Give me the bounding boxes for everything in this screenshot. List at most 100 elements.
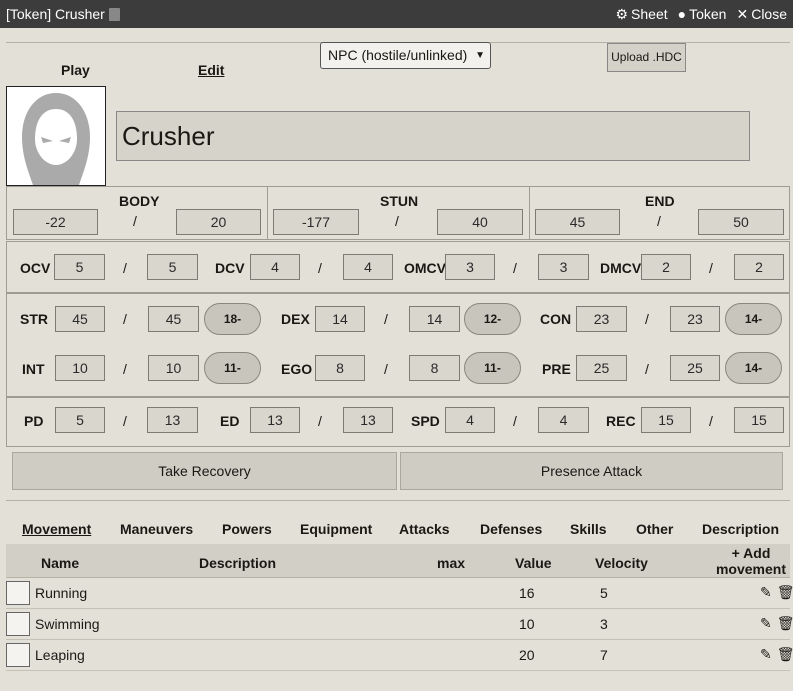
slash: /: [513, 413, 517, 429]
close-button[interactable]: ✕ Close: [736, 6, 787, 23]
body-current-input[interactable]: -22: [13, 209, 98, 235]
pre-current-input[interactable]: 25: [576, 355, 627, 381]
omcv-current-input[interactable]: 3: [445, 254, 495, 280]
tab-movement[interactable]: Movement: [22, 521, 91, 537]
pre-max-input[interactable]: 25: [670, 355, 720, 381]
end-max-input[interactable]: 50: [698, 209, 784, 235]
tab-skills[interactable]: Skills: [570, 521, 607, 537]
slash: /: [123, 260, 127, 276]
con-roll-button[interactable]: 14-: [725, 303, 782, 335]
dex-max-input[interactable]: 14: [409, 306, 460, 332]
rec-max-input[interactable]: 15: [734, 407, 784, 433]
slash: /: [384, 361, 388, 377]
end-current-input[interactable]: 45: [535, 209, 620, 235]
tab-equipment[interactable]: Equipment: [300, 521, 372, 537]
tab-description[interactable]: Description: [702, 521, 779, 537]
movement-name: Leaping: [35, 647, 85, 663]
dex-label: DEX: [281, 311, 310, 327]
end-label: END: [645, 193, 675, 209]
tab-attacks[interactable]: Attacks: [399, 521, 450, 537]
trash-icon[interactable]: 🗑: [777, 584, 793, 601]
con-max-input[interactable]: 23: [670, 306, 720, 332]
dmcv-current-input[interactable]: 2: [641, 254, 691, 280]
int-current-input[interactable]: 10: [55, 355, 105, 381]
window-titlebar: [Token] Crusher ⚙ Sheet ● Token ✕ Close: [0, 0, 793, 28]
paw-icon[interactable]: [6, 581, 30, 605]
take-recovery-button[interactable]: Take Recovery: [12, 452, 397, 490]
movement-name: Running: [35, 585, 88, 601]
play-tab[interactable]: Play: [61, 62, 90, 78]
journal-icon[interactable]: [108, 7, 120, 21]
omcv-max-input[interactable]: 3: [538, 254, 589, 280]
rec-label: REC: [606, 413, 636, 429]
movement-velocity: 7: [600, 647, 608, 663]
ed-current-input[interactable]: 13: [250, 407, 300, 433]
token-portrait[interactable]: [6, 86, 106, 186]
slash: /: [645, 311, 649, 327]
window-title: [Token] Crusher: [6, 6, 105, 22]
token-button[interactable]: ● Token: [678, 6, 727, 23]
ocv-max-input[interactable]: 5: [147, 254, 198, 280]
dcv-label: DCV: [215, 260, 245, 276]
ego-max-input[interactable]: 8: [409, 355, 460, 381]
col-name: Name: [41, 555, 80, 571]
dex-roll-button[interactable]: 12-: [464, 303, 521, 335]
paw-icon[interactable]: [6, 612, 30, 636]
con-current-input[interactable]: 23: [576, 306, 627, 332]
spd-current-input[interactable]: 4: [445, 407, 495, 433]
col-velocity: Velocity: [595, 555, 648, 571]
slash: /: [395, 213, 399, 229]
edit-icon[interactable]: ✎: [760, 646, 772, 663]
pre-roll-button[interactable]: 14-: [725, 352, 782, 384]
movement-velocity: 5: [600, 585, 608, 601]
pd-max-input[interactable]: 13: [147, 407, 198, 433]
tab-maneuvers[interactable]: Maneuvers: [120, 521, 193, 537]
paw-icon[interactable]: [6, 643, 30, 667]
tab-other[interactable]: Other: [636, 521, 673, 537]
edit-icon[interactable]: ✎: [760, 615, 772, 632]
presence-attack-button[interactable]: Presence Attack: [400, 452, 783, 490]
ego-current-input[interactable]: 8: [315, 355, 365, 381]
character-name-field[interactable]: Crusher: [116, 111, 750, 161]
sheet-button[interactable]: ⚙ Sheet: [615, 6, 667, 23]
upload-hdc-button[interactable]: Upload .HDC: [607, 43, 686, 72]
stun-label: STUN: [380, 193, 419, 209]
str-current-input[interactable]: 45: [55, 306, 105, 332]
str-label: STR: [20, 311, 48, 327]
str-roll-button[interactable]: 18-: [204, 303, 261, 335]
int-roll-button[interactable]: 11-: [204, 352, 261, 384]
rec-current-input[interactable]: 15: [641, 407, 691, 433]
int-max-input[interactable]: 10: [148, 355, 199, 381]
ocv-current-input[interactable]: 5: [54, 254, 105, 280]
trash-icon[interactable]: 🗑: [777, 615, 793, 632]
trash-icon[interactable]: 🗑: [777, 646, 793, 663]
pd-current-input[interactable]: 5: [55, 407, 105, 433]
ocv-label: OCV: [20, 260, 51, 276]
dcv-current-input[interactable]: 4: [250, 254, 300, 280]
ed-max-input[interactable]: 13: [343, 407, 393, 433]
stun-current-input[interactable]: -177: [273, 209, 359, 235]
body-max-input[interactable]: 20: [176, 209, 261, 235]
tab-defenses[interactable]: Defenses: [480, 521, 542, 537]
chevron-down-icon: ▼: [475, 50, 485, 61]
movement-table-header: Name Description max Value Velocity + Ad…: [6, 544, 790, 578]
dmcv-max-input[interactable]: 2: [734, 254, 784, 280]
stun-max-input[interactable]: 40: [437, 209, 523, 235]
add-movement-button[interactable]: + Add movement: [712, 545, 790, 577]
divider: [6, 500, 790, 501]
int-label: INT: [22, 361, 45, 377]
dcv-max-input[interactable]: 4: [343, 254, 393, 280]
movement-name: Swimming: [35, 616, 100, 632]
edit-icon[interactable]: ✎: [760, 584, 772, 601]
edit-tab[interactable]: Edit: [198, 62, 224, 78]
ego-roll-button[interactable]: 11-: [464, 352, 521, 384]
slash: /: [123, 413, 127, 429]
close-icon: ✕: [736, 5, 749, 22]
user-circle-icon: ●: [677, 6, 687, 22]
dex-current-input[interactable]: 14: [315, 306, 365, 332]
slash: /: [709, 260, 713, 276]
spd-max-input[interactable]: 4: [538, 407, 589, 433]
tab-powers[interactable]: Powers: [222, 521, 272, 537]
npc-type-select[interactable]: NPC (hostile/unlinked) ▼: [320, 42, 491, 69]
str-max-input[interactable]: 45: [148, 306, 199, 332]
